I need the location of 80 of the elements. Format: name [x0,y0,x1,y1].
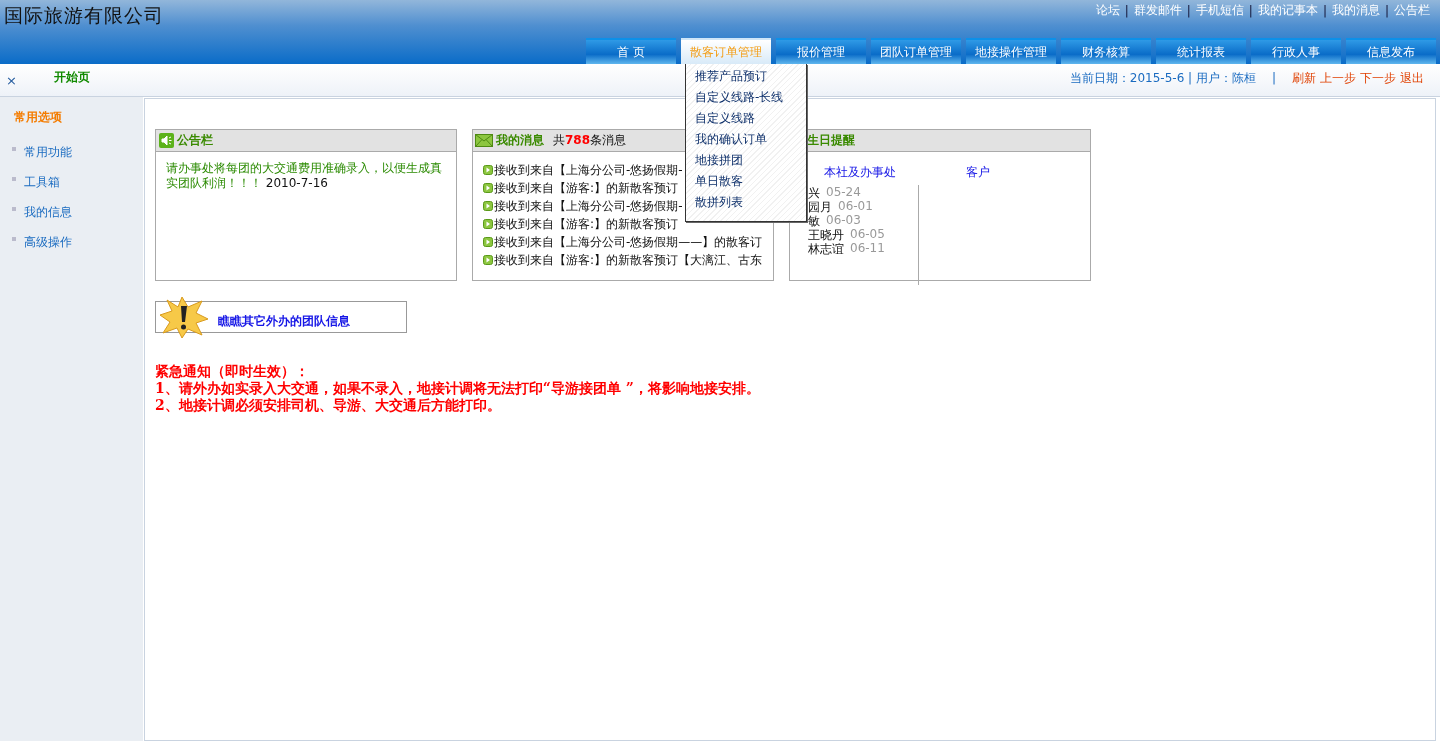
nav-tab[interactable]: 行政人事 [1251,38,1341,64]
action-link[interactable]: 下一步 [1360,69,1396,87]
sidebar-item[interactable]: 我的信息 [24,204,72,221]
nav-tab[interactable]: 信息发布 [1346,38,1436,64]
close-icon[interactable]: × [6,72,54,88]
square-bullet-icon [12,177,16,181]
person-name: 敏 [808,213,820,227]
warning-star-icon [158,295,210,339]
arrow-bullet-icon [483,219,493,229]
arrow-bullet-icon [483,237,493,247]
separator: | [1186,3,1191,18]
nav-tab[interactable]: 首 页 [586,38,676,64]
action-link[interactable]: 上一步 [1320,69,1356,87]
team-info-link[interactable]: 瞧瞧其它外办的团队信息 [218,312,350,330]
message-link[interactable]: 接收到来自【上海分公司-悠扬假期——】的散客订 [494,233,763,251]
top-link[interactable]: 群发邮件 [1133,2,1182,19]
nav-tab[interactable]: 团队订单管理 [871,38,961,64]
urgent-notice-line: 1、请外办如实录入大交通，如果不录入，地接计调将无法打印“导游接团单 ”，将影响地接安排。 [155,380,761,397]
message-link[interactable]: 接收到来自【上海分公司-悠扬假期- [494,197,683,215]
menu-item[interactable]: 地接拼团 [695,152,806,173]
menu-item[interactable]: 自定义线路 [695,110,806,131]
birthday-date: 06-11 [850,241,885,255]
card-title: 我的消息 [496,132,544,149]
top-link[interactable]: 论坛 [1095,2,1120,19]
nav-tab[interactable]: 财务核算 [1061,38,1151,64]
column-heading[interactable]: 客户 [966,164,990,181]
nav-tab[interactable]: 地接操作管理 [966,38,1056,64]
arrow-bullet-icon [483,201,493,211]
column-heading[interactable]: 本社及办事处 [824,164,896,181]
notice-text: 请办事处将每团的大交通费用准确录入，以便生成真实团队利润！！！ 2010-7-16 [166,161,442,190]
message-count: 共788条消息 [553,132,627,149]
separator: | [1322,3,1327,18]
card-title: 公告栏 [177,132,213,149]
sidebar-item[interactable]: 常用功能 [24,144,72,161]
top-link[interactable]: 手机短信 [1195,2,1244,19]
birthday-date: 06-03 [826,213,861,227]
message-link[interactable]: 接收到来自【上海分公司-悠扬假期- [494,161,683,179]
person-name: 兴 [808,185,820,199]
menu-item[interactable]: 自定义线路-长线 [695,89,806,110]
card-title: 生日提醒 [807,132,855,149]
square-bullet-icon [12,237,16,241]
sidebar-title: 常用选项 [14,109,62,126]
separator: | [1124,3,1129,18]
arrow-bullet-icon [483,183,493,193]
separator: | [1248,3,1253,18]
start-page-tab[interactable]: 开始页 [54,68,90,86]
company-title: 国际旅游有限公司 [3,3,164,28]
envelope-icon [475,134,493,147]
message-link[interactable]: 接收到来自【游客:】的新散客预订 [494,215,679,233]
menu-item[interactable]: 我的确认订单 [695,131,806,152]
arrow-bullet-icon [483,255,493,265]
message-link[interactable]: 接收到来自【游客:】的新散客预订【大漓江、古东 [494,251,763,269]
menu-item[interactable]: 单日散客 [695,173,806,194]
person-name: 林志谊 [808,241,844,255]
top-link[interactable]: 我的消息 [1331,2,1380,19]
person-name: 园月 [808,199,832,213]
speaker-icon [159,133,174,148]
square-bullet-icon [12,207,16,211]
urgent-notice-line: 2、地接计调必须安排司机、导游、大交通后方能打印。 [155,397,502,414]
date-user-info: 当前日期：2015-5-6 | 用户：陈桓 [1069,69,1256,87]
menu-item[interactable]: 散拼列表 [695,194,806,215]
birthday-date: 06-05 [850,227,885,241]
nav-tab[interactable]: 统计报表 [1156,38,1246,64]
action-link[interactable]: 刷新 [1292,69,1316,87]
action-link[interactable]: 退出 [1400,69,1424,87]
sidebar-item[interactable]: 高级操作 [24,234,72,251]
urgent-notice-line: 紧急通知（即时生效）： [155,363,310,380]
top-link[interactable]: 我的记事本 [1257,2,1318,19]
birthday-date: 06-01 [838,199,873,213]
top-link[interactable]: 公告栏 [1394,2,1430,19]
sidebar-item[interactable]: 工具箱 [24,174,60,191]
menu-item[interactable]: 推荐产品预订 [695,68,806,89]
nav-tab[interactable]: 报价管理 [776,38,866,64]
separator: | [1271,71,1276,85]
person-name: 王晓丹 [808,227,844,241]
birthday-date: 05-24 [826,185,861,199]
separator: | [1384,3,1389,18]
message-link[interactable]: 接收到来自【游客:】的新散客预订 [494,179,679,197]
arrow-bullet-icon [483,165,493,175]
square-bullet-icon [12,147,16,151]
